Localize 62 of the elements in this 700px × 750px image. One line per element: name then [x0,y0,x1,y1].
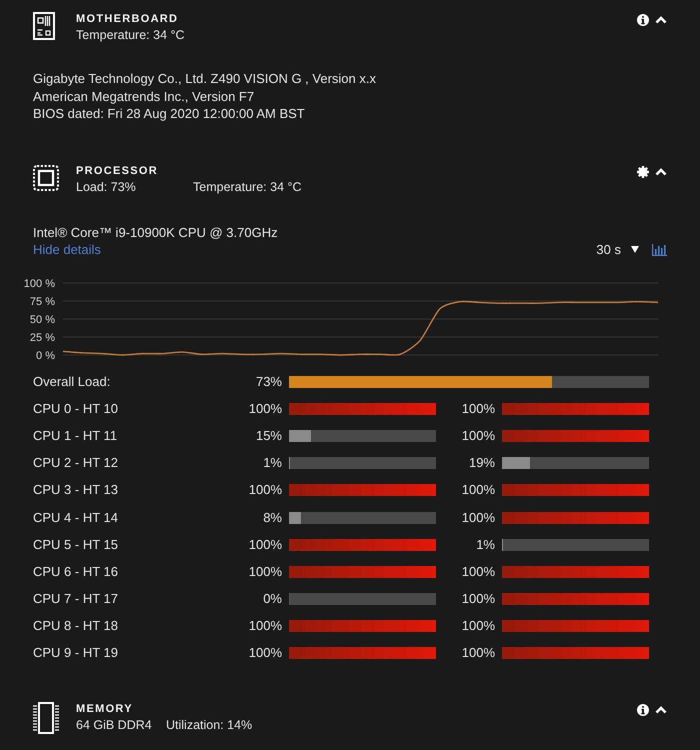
section-title: MOTHERBOARD [76,12,180,26]
core-label: CPU 1 - HT 11 [33,428,118,444]
detail-text: Intel® Core™ i9-10900K CPU @ 3.70GHz [33,224,279,241]
section-title: PROCESSOR [76,164,159,178]
detail-text: BIOS dated: Fri 28 Aug 2020 12:00:00 AM BST [33,105,306,122]
settings-icon[interactable] [637,166,649,178]
y-tick-label: 50 % [30,314,55,326]
core-label: CPU 5 - HT 15 [33,536,120,553]
load-percent: 100% [462,400,496,417]
core-label: CPU 7 - HT 17 [33,591,120,608]
section-stat: 64 GiB DDR4 [76,717,153,734]
load-percent: 100% [248,564,283,580]
chevron-up-icon[interactable] [655,706,667,714]
load-percent: 100% [462,618,496,634]
section-stat: Temperature: 34 °C [76,27,185,43]
load-percent: 1% [476,536,496,553]
load-percent: 100% [462,591,496,608]
core-label: CPU 3 - HT 13 [33,482,120,498]
core-label: CPU 6 - HT 16 [33,564,120,580]
overall-load-label: Overall Load: [33,374,112,390]
core-label: CPU 0 - HT 10 [33,400,120,417]
load-percent: 15% [256,428,283,444]
y-tick-label: 100 % [24,278,55,290]
core-label: CPU 8 - HT 18 [33,618,120,634]
load-percent: 1% [263,455,283,472]
motherboard-icon [33,12,55,40]
chevron-up-icon[interactable] [655,168,667,176]
load-percent: 100% [248,482,283,498]
core-label: CPU 2 - HT 12 [33,455,120,472]
info-icon[interactable] [637,704,649,716]
y-tick-label: 75 % [30,296,55,308]
load-percent: 100% [462,510,496,526]
bar-chart-icon[interactable] [652,244,667,256]
detail-text: Gigabyte Technology Co., Ltd. Z490 VISION G , Version x.x [33,70,377,88]
load-percent: 100% [462,564,496,580]
load-percent: 100% [462,482,496,498]
caret-icon [631,246,639,253]
section-stat: Load: 73% [76,178,137,194]
section-stat: Utilization: 14% [166,717,252,734]
load-percent: 100% [248,400,283,417]
hide-details-link[interactable]: Hide details [33,241,101,258]
load-percent: 0% [263,591,283,608]
load-percent: 100% [248,536,283,553]
load-percent: 19% [468,455,496,472]
section-stat: Temperature: 34 °C [193,178,302,194]
info-icon[interactable] [637,14,649,26]
load-percent: 100% [462,428,496,444]
load-percent: 8% [263,510,283,526]
interval-dropdown[interactable]: 30 s [596,241,639,258]
load-percent: 73% [256,374,283,390]
section-title: MEMORY [76,702,134,716]
chevron-up-icon[interactable] [655,16,667,24]
core-label: CPU 9 - HT 19 [33,645,120,662]
load-percent: 100% [462,645,496,662]
memory-chip-icon [33,702,59,734]
load-percent: 100% [248,618,283,634]
core-label: CPU 4 - HT 14 [33,510,120,526]
y-tick-label: 0 % [36,350,55,362]
y-tick-label: 25 % [30,332,55,344]
detail-text: American Megatrends Inc., Version F7 [33,88,256,105]
load-percent: 100% [248,645,283,662]
cpu-chip-icon [33,164,59,190]
